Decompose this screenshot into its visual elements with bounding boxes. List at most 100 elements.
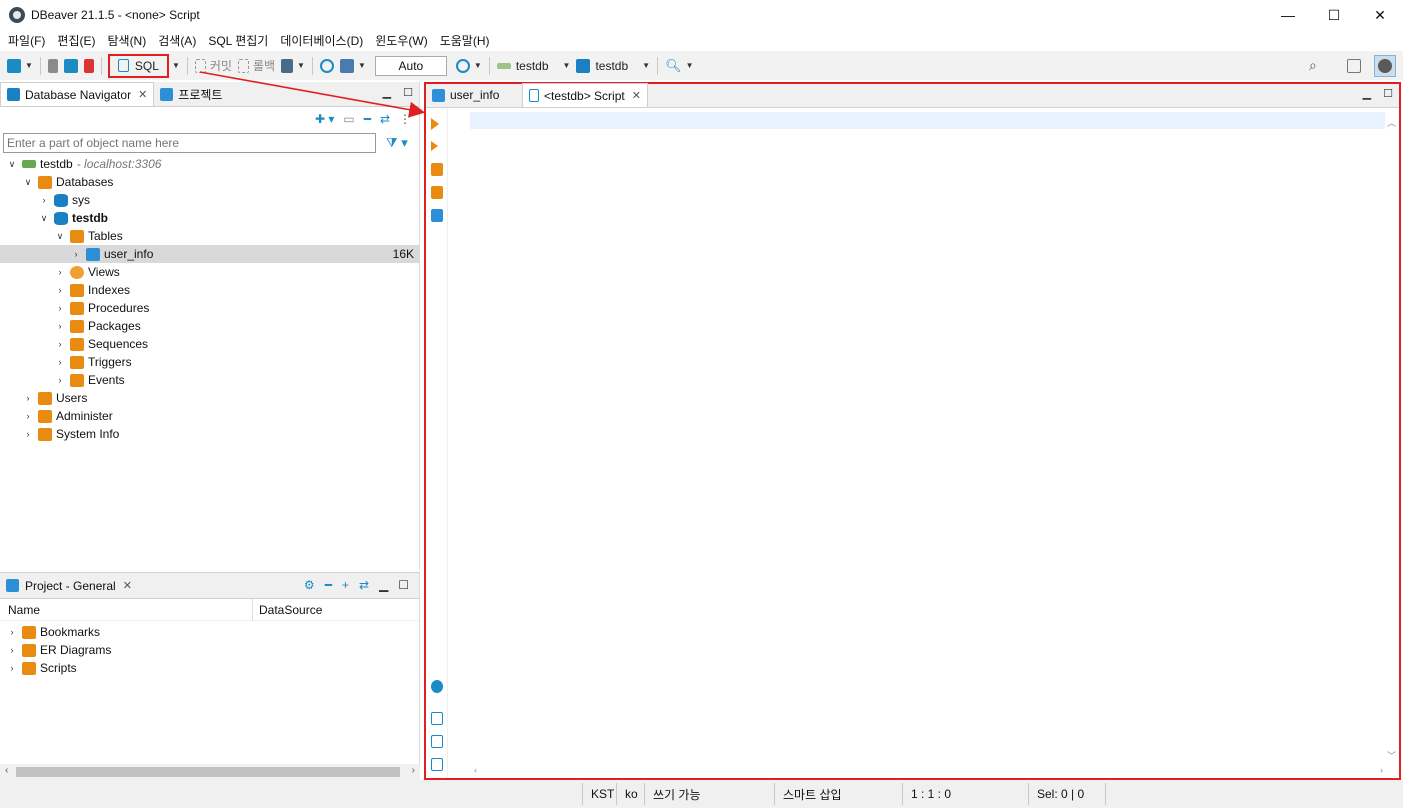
expanded-caret-icon[interactable]: ∨ [6,159,18,170]
collapsed-caret-icon[interactable]: › [54,321,66,331]
menu-window[interactable]: 윈도우(W) [369,32,433,49]
collapsed-caret-icon[interactable]: › [22,393,34,403]
tree-node-databases[interactable]: ∨ Databases [0,173,419,191]
tree-node-events[interactable]: › Events [0,371,419,389]
scroll-up-icon[interactable]: ︿ [1387,116,1396,129]
scroll-left-icon[interactable]: ‹ [474,765,477,775]
commit-button[interactable]: 커밋 [192,55,235,77]
collapsed-caret-icon[interactable]: › [54,357,66,367]
collapsed-caret-icon[interactable]: › [22,411,34,421]
link-with-editor-icon[interactable]: ⇄ [359,578,369,592]
open-perspective-button[interactable] [1344,55,1364,77]
sql-text-area[interactable] [470,108,1385,764]
menu-database[interactable]: 데이터베이스(D) [274,32,369,49]
tree-node-administer[interactable]: › Administer [0,407,419,425]
horizontal-scrollbar[interactable]: ‹ › [0,764,420,780]
transaction-mode-display[interactable]: Auto [374,55,447,76]
menu-navigate[interactable]: 탐색(N) [101,32,152,49]
editor-horizontal-scrollbar[interactable]: ‹ › [470,764,1385,778]
expanded-caret-icon[interactable]: ∨ [22,177,34,188]
maximize-panel-icon[interactable]: ☐ [403,86,413,99]
tree-node-views[interactable]: › Views [0,263,419,281]
menu-help[interactable]: 도움말(H) [434,32,496,49]
close-tab-icon[interactable]: ✕ [138,88,147,101]
menu-file[interactable]: 파일(F) [2,32,51,49]
tree-node-triggers[interactable]: › Triggers [0,353,419,371]
maximize-panel-icon[interactable]: ☐ [398,578,409,592]
execute-script-new-tabs-icon[interactable] [431,186,443,199]
search-toolbar-button[interactable]: 🔍︎ ▼ [662,55,696,77]
new-connection-button[interactable]: ▼ [4,55,36,77]
collapsed-caret-icon[interactable]: › [6,663,18,673]
sql-editor-button[interactable]: SQL [107,53,169,78]
tree-node-sequences[interactable]: › Sequences [0,335,419,353]
tree-node-users[interactable]: › Users [0,389,419,407]
disconnect-button[interactable] [81,55,97,77]
object-filter-input[interactable] [3,133,376,153]
collapsed-caret-icon[interactable]: › [22,429,34,439]
load-script-icon[interactable] [431,735,443,748]
active-datasource-selector[interactable]: testdb ▼ [494,55,574,77]
minimize-panel-icon[interactable]: ▁ [383,86,391,99]
task-button[interactable]: ▼ [337,55,369,77]
collapsed-caret-icon[interactable]: › [6,645,18,655]
view-menu-icon[interactable]: ⋮ [399,112,411,126]
tree-node-tables[interactable]: ∨ Tables [0,227,419,245]
export-icon[interactable] [431,712,443,725]
collapsed-caret-icon[interactable]: › [54,285,66,295]
collapsed-caret-icon[interactable]: › [6,627,18,637]
close-tab-icon[interactable]: ✕ [632,89,641,102]
collapsed-caret-icon[interactable]: › [54,375,66,385]
new-connection-icon[interactable]: ✚ ▾ [315,112,334,126]
tab-user-info[interactable]: user_info [426,83,522,107]
collapsed-caret-icon[interactable]: › [38,195,50,205]
menu-sql-editor[interactable]: SQL 편집기 [202,32,274,49]
new-folder-icon[interactable]: ▭ [343,112,354,126]
tree-node-system-info[interactable]: › System Info [0,425,419,443]
minimize-panel-icon[interactable]: ▁ [379,578,388,592]
collapsed-caret-icon[interactable]: › [54,267,66,277]
collapsed-caret-icon[interactable]: › [54,303,66,313]
column-header-name[interactable]: Name [0,598,253,621]
tree-node-procedures[interactable]: › Procedures [0,299,419,317]
collapse-all-icon[interactable]: ━ [325,578,332,592]
gear-icon[interactable]: ⚙ [304,578,315,592]
active-schema-selector[interactable]: testdb ▼ [573,55,653,77]
collapsed-caret-icon[interactable]: › [54,339,66,349]
column-header-datasource[interactable]: DataSource [253,603,322,617]
global-search-button[interactable]: ⌕ [1306,55,1320,77]
expand-all-icon[interactable]: + [342,578,349,592]
collapse-all-icon[interactable]: ━ [364,112,371,126]
explain-plan-icon[interactable] [431,209,443,222]
close-tab-icon[interactable]: ✕ [123,579,132,592]
rollback-button[interactable]: 롤백 [235,55,278,77]
tree-node-user-info[interactable]: › user_info 16K [0,245,419,263]
tab-project[interactable]: 프로젝트 [154,82,228,106]
transaction-mode-button[interactable]: ▼ [278,55,308,77]
link-with-editor-icon[interactable]: ⇄ [380,112,390,126]
tree-node-packages[interactable]: › Packages [0,317,419,335]
dashboard-button[interactable] [317,55,337,77]
collapsed-caret-icon[interactable]: › [70,249,82,259]
tab-database-navigator[interactable]: Database Navigator ✕ [0,82,155,106]
tree-node-indexes[interactable]: › Indexes [0,281,419,299]
tree-node-connection[interactable]: ∨ testdb - localhost:3306 [0,155,419,173]
tree-node-testdb[interactable]: ∨ testdb [0,209,419,227]
filter-icon[interactable]: ⧩ ▾ [386,135,408,151]
scrollbar-thumb[interactable] [16,767,400,777]
connect-button[interactable] [45,55,61,77]
execute-statement-icon[interactable] [431,118,439,130]
reconnect-button[interactable] [61,55,81,77]
tree-node-scripts[interactable]: › Scripts [0,659,419,677]
history-button[interactable]: ▼ [453,55,485,77]
vertical-scrollbar[interactable]: ︿ ﹀ [1385,108,1399,764]
tree-node-er-diagrams[interactable]: › ER Diagrams [0,641,419,659]
minimize-button[interactable]: — [1265,0,1311,30]
tree-node-sys[interactable]: › sys [0,191,419,209]
tree-node-bookmarks[interactable]: › Bookmarks [0,623,419,641]
maximize-panel-icon[interactable]: ☐ [1383,87,1393,100]
scroll-left-icon[interactable]: ‹ [5,765,8,776]
scroll-right-icon[interactable]: › [412,765,415,776]
menu-edit[interactable]: 편집(E) [51,32,101,49]
minimize-panel-icon[interactable]: ▁ [1363,87,1371,100]
